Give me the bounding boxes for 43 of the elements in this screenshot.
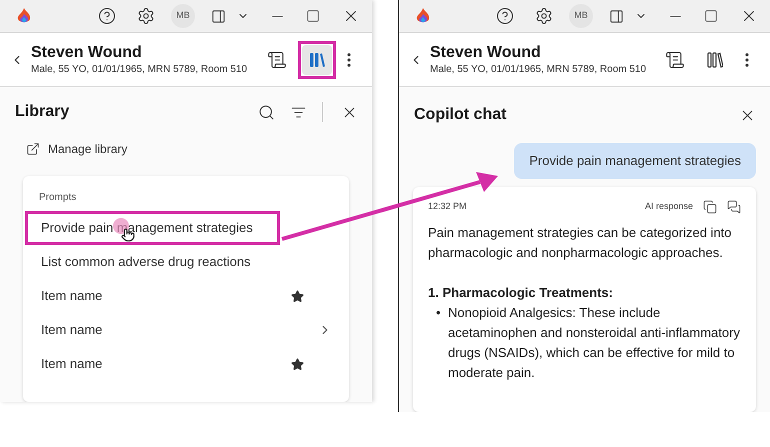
response-heading: 1. Pharmacologic Treatments: [428, 284, 614, 302]
chat-title: Copilot chat [414, 105, 508, 125]
app-logo-icon [17, 8, 31, 24]
prompt-item[interactable]: List common adverse drug reactions [25, 245, 341, 279]
avatar[interactable]: MB [171, 4, 195, 28]
bullet-mark: • [436, 304, 442, 322]
bullet-text: Nonopioid Analgesics: These include acetaminophen and nonsteroidal anti-inflammatory drugs (NSAIDs), which can be effective for mild to moderate pain. [448, 304, 741, 382]
filter-icon[interactable] [291, 104, 306, 120]
avatar[interactable]: MB [569, 4, 593, 28]
panel-icon[interactable] [211, 8, 226, 24]
settings-icon[interactable] [535, 7, 553, 25]
patient-details: Male, 55 YO, 01/01/1965, MRN 5789, Room 510 [31, 62, 248, 76]
prompt-item[interactable]: Item name [25, 347, 341, 381]
scroll-icon [665, 50, 685, 70]
user-message: Provide pain management strategies [514, 143, 756, 178]
prompt-item[interactable]: Provide pain management strategies [25, 211, 280, 245]
maximize-icon[interactable] [306, 9, 320, 23]
help-icon[interactable] [98, 7, 116, 25]
panel-icon[interactable] [609, 8, 624, 24]
star-icon[interactable] [291, 358, 304, 370]
timestamp: 12:32 PM [428, 200, 468, 213]
ai-response-label: AI response [644, 200, 693, 213]
books-icon [707, 52, 723, 68]
prompt-item[interactable]: Item name [25, 279, 341, 313]
patient-name: Steven Wound [31, 42, 143, 62]
star-icon[interactable] [291, 290, 304, 302]
library-title: Library [15, 102, 70, 122]
books-icon [309, 52, 325, 68]
prompt-item[interactable]: Item name [25, 313, 341, 347]
search-icon[interactable] [258, 104, 275, 120]
copy-icon[interactable] [703, 200, 717, 214]
help-icon[interactable] [496, 7, 514, 25]
external-link-icon [26, 142, 40, 156]
app-logo-icon [416, 8, 430, 24]
patient-details: Male, 55 YO, 01/01/1965, MRN 5789, Room 510 [430, 62, 648, 76]
response-intro: Pain management strategies can be categorized into pharmacologic and nonpharmacologic approaches. [428, 224, 733, 262]
scroll-icon [267, 50, 287, 70]
manage-library-link[interactable]: Manage library [48, 140, 128, 158]
patient-name: Steven Wound [430, 42, 542, 62]
feedback-icon[interactable] [727, 200, 741, 214]
maximize-icon[interactable] [704, 9, 718, 23]
settings-icon[interactable] [137, 7, 155, 25]
section-label: Prompts [38, 191, 78, 205]
